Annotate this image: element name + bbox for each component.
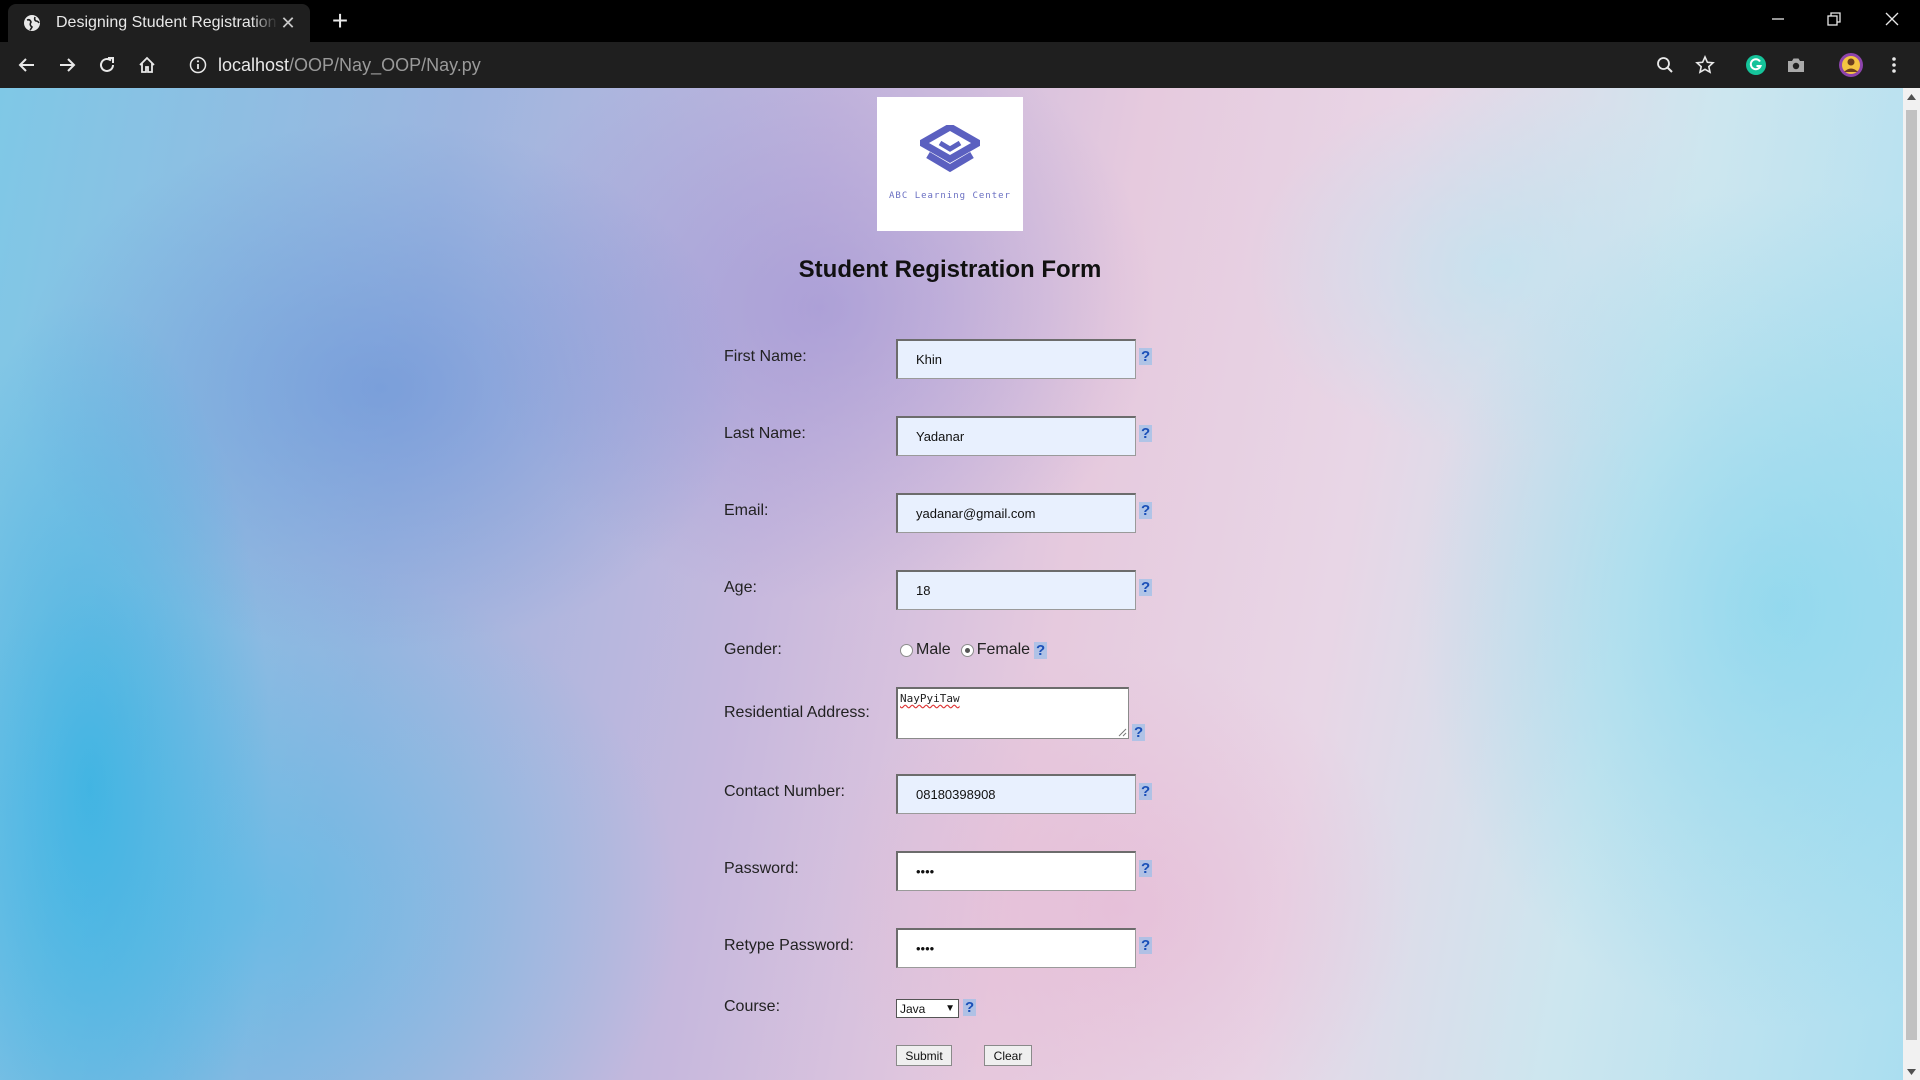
email-help[interactable]: ? — [1139, 502, 1153, 519]
age-help[interactable]: ? — [1139, 579, 1153, 596]
contact-input[interactable]: 08180398908 — [896, 774, 1136, 814]
course-label: Course: — [724, 998, 781, 1015]
minimize-icon[interactable] — [1750, 0, 1806, 38]
bookmark-star-icon[interactable] — [1689, 49, 1721, 81]
logo-text: ABC Learning Center — [889, 191, 1011, 201]
close-icon[interactable]: ✕ — [278, 13, 298, 34]
forward-arrow-icon[interactable] — [51, 49, 83, 81]
back-arrow-icon[interactable] — [11, 49, 43, 81]
last-name-input[interactable]: Yadanar — [896, 416, 1136, 456]
address-label: Residential Address: — [724, 704, 870, 721]
first-name-help[interactable]: ? — [1139, 348, 1153, 365]
age-label: Age: — [724, 579, 757, 596]
window-close-icon[interactable] — [1864, 0, 1920, 38]
first-name-input[interactable]: Khin — [896, 339, 1136, 379]
resize-grip-icon[interactable] — [1118, 728, 1127, 737]
last-name-label: Last Name: — [724, 425, 806, 442]
password-label: Password: — [724, 860, 799, 877]
browser-toolbar: localhost/OOP/Nay_OOP/Nay.py — [0, 42, 1920, 88]
menu-dots-icon[interactable] — [1878, 49, 1910, 81]
address-textarea[interactable]: NayPyiTaw — [896, 687, 1129, 739]
address-value: NayPyiTaw — [900, 692, 960, 705]
page-viewport: ABC Learning Center Student Registration… — [0, 88, 1920, 1080]
browser-tab[interactable]: Designing Student Registration Form ✕ — [8, 4, 310, 42]
grammarly-icon[interactable] — [1740, 49, 1772, 81]
gender-female-label: Female — [976, 641, 1031, 658]
contact-help[interactable]: ? — [1139, 783, 1153, 800]
logo: ABC Learning Center — [877, 97, 1023, 231]
age-input[interactable]: 18 — [896, 570, 1136, 610]
gender-help[interactable]: ? — [1034, 641, 1048, 659]
email-input[interactable]: yadanar@gmail.com — [896, 493, 1136, 533]
course-selected-value: Java — [900, 1001, 926, 1016]
gender-label: Gender: — [724, 641, 782, 658]
email-label: Email: — [724, 502, 769, 519]
vertical-scrollbar[interactable] — [1903, 88, 1920, 1080]
address-help[interactable]: ? — [1132, 724, 1146, 741]
info-icon[interactable] — [186, 53, 210, 77]
url-path: /OOP/Nay_OOP/Nay.py — [289, 54, 481, 75]
first-name-label: First Name: — [724, 348, 807, 365]
clear-button[interactable]: Clear — [984, 1045, 1032, 1066]
scroll-up-arrow-icon[interactable] — [1903, 88, 1920, 105]
gender-radio-group: Male Female ? — [900, 641, 1048, 659]
last-name-help[interactable]: ? — [1139, 425, 1153, 442]
address-bar[interactable]: localhost/OOP/Nay_OOP/Nay.py — [180, 46, 1650, 84]
scrollbar-thumb[interactable] — [1906, 110, 1917, 1040]
url-text: localhost/OOP/Nay_OOP/Nay.py — [218, 55, 481, 76]
password-help[interactable]: ? — [1139, 860, 1153, 877]
gender-male-label: Male — [916, 641, 951, 658]
camera-icon[interactable] — [1780, 49, 1812, 81]
tab-strip: Designing Student Registration Form ✕ + — [0, 0, 1920, 42]
gender-male-radio[interactable] — [900, 643, 913, 657]
course-select[interactable]: Java ▼ — [896, 999, 959, 1018]
new-tab-button[interactable]: + — [326, 7, 354, 36]
globe-icon — [22, 13, 42, 33]
logo-mark — [920, 125, 980, 173]
password-input[interactable]: •••• — [896, 851, 1136, 891]
retype-password-input[interactable]: •••• — [896, 928, 1136, 968]
retype-password-help[interactable]: ? — [1139, 937, 1153, 954]
home-icon[interactable] — [131, 49, 163, 81]
retype-password-label: Retype Password: — [724, 937, 854, 954]
submit-button[interactable]: Submit — [896, 1045, 952, 1066]
zoom-icon[interactable] — [1649, 49, 1681, 81]
reload-icon[interactable] — [91, 49, 123, 81]
radio-selected-dot — [964, 647, 970, 653]
profile-avatar[interactable] — [1835, 49, 1867, 81]
tab-title: Designing Student Registration Form — [56, 14, 278, 31]
contact-label: Contact Number: — [724, 783, 845, 800]
url-host: localhost — [218, 54, 290, 75]
course-help[interactable]: ? — [963, 999, 977, 1016]
scroll-down-arrow-icon[interactable] — [1903, 1063, 1920, 1080]
restore-icon[interactable] — [1806, 0, 1862, 38]
gender-female-radio[interactable] — [960, 643, 974, 657]
dropdown-arrow-icon: ▼ — [945, 1003, 955, 1014]
form-title: Student Registration Form — [798, 256, 1102, 283]
